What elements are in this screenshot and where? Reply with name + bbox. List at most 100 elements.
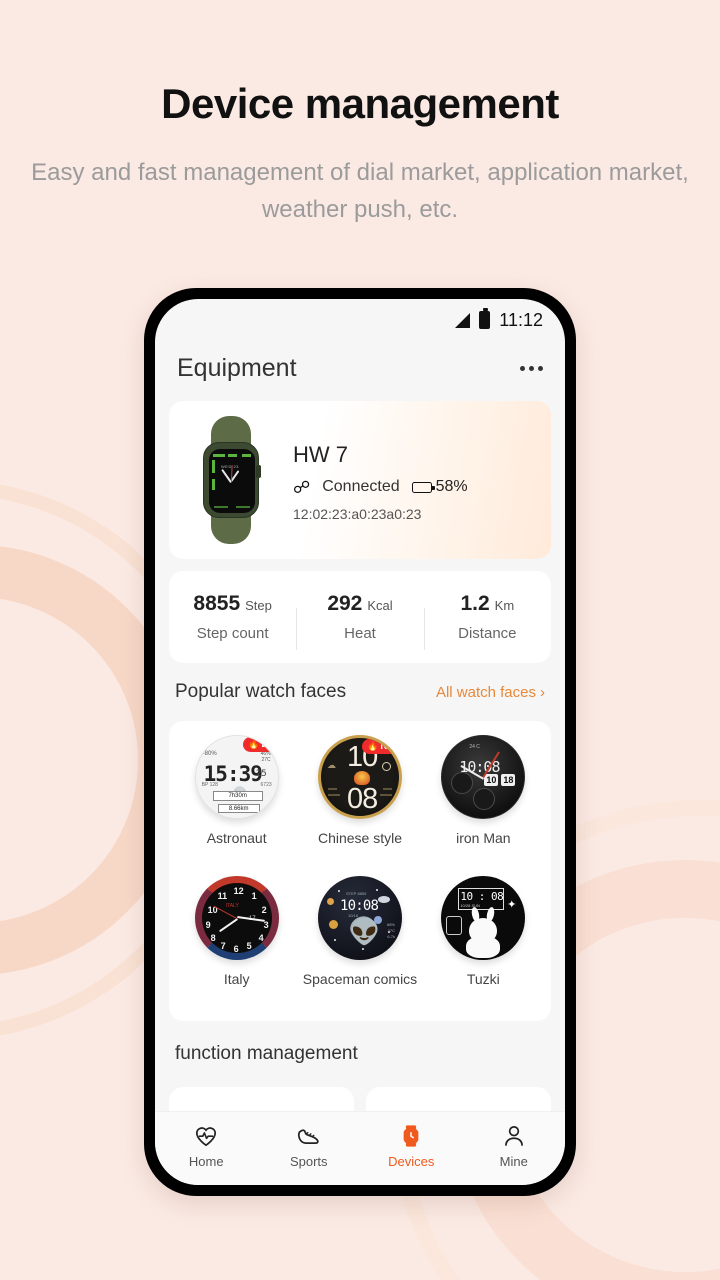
- stat-value: 292: [327, 592, 363, 615]
- tab-mine[interactable]: Mine: [463, 1123, 566, 1169]
- tab-devices[interactable]: Devices: [360, 1123, 463, 1169]
- stat-label: Step count: [196, 625, 269, 642]
- face-number: 11: [217, 891, 228, 901]
- stat-value: 1.2: [460, 592, 490, 615]
- face-number: 6: [233, 944, 239, 954]
- tab-label: Mine: [499, 1153, 528, 1169]
- astronaut-icon: 👽: [347, 916, 381, 946]
- face-stats: 88% 27C 6.7k: [386, 922, 395, 939]
- watch-face-preview-chinese-style: 🔥 New 10 08 ☁: [317, 735, 402, 819]
- face-stat-top-left: -80%: [202, 751, 217, 757]
- watch-face-name: Italy: [223, 971, 250, 987]
- face-number: 2: [261, 905, 267, 915]
- device-battery-indicator: 58%: [411, 478, 468, 496]
- function-card[interactable]: [366, 1087, 551, 1111]
- bottom-tab-bar: Home Sports Devices Mine: [155, 1111, 565, 1185]
- face-bar-duration: 7h30m: [212, 791, 263, 801]
- tab-sports[interactable]: Sports: [258, 1123, 361, 1169]
- sun-icon: [381, 762, 391, 771]
- device-name: HW 7: [293, 442, 348, 467]
- watch-face-preview-tuzki: 10 : 08 10/28 SUN ✦: [441, 876, 526, 960]
- stat-distance[interactable]: 1.2 Km Distance: [423, 592, 551, 650]
- more-options-icon[interactable]: [520, 358, 543, 379]
- stat-unit: Km: [494, 598, 515, 613]
- stat-step-count[interactable]: 8855 Step Step count: [169, 592, 296, 642]
- badge-label: Exp: [261, 739, 279, 750]
- face-subdial: [451, 772, 474, 794]
- stat-label: Heat: [344, 625, 376, 642]
- watch-face-name: Chinese style: [317, 830, 403, 846]
- stat-heat[interactable]: 292 Kcal Heat: [296, 592, 423, 650]
- page-header: Device management Easy and fast manageme…: [0, 0, 720, 228]
- function-card[interactable]: [169, 1087, 354, 1111]
- page-title-equipment: Equipment: [177, 353, 297, 382]
- stat-label: Distance: [458, 625, 517, 642]
- signal-triangle-icon: [455, 312, 471, 328]
- bunny-body-icon: [466, 936, 501, 958]
- watch-face-name: Astronaut: [206, 830, 267, 846]
- watch-face-name: iron Man: [456, 830, 511, 846]
- face-time: 10 : 08: [460, 890, 504, 903]
- fire-icon: 🔥: [248, 739, 260, 749]
- watch-face-name: Spaceman comics: [302, 971, 418, 987]
- watch-face-item[interactable]: 🔥 New 10 08 ☁ Chinese style: [300, 735, 419, 872]
- face-subdial: [473, 788, 496, 810]
- tab-label: Sports: [289, 1153, 328, 1169]
- face-number: 12: [233, 886, 244, 896]
- watch-face-item[interactable]: 12 1 2 3 4 5 6 7 8 9 10 11 ITALY 17: [177, 876, 296, 1013]
- stats-card: 8855 Step Step count 292 Kcal Heat 1.2 K: [169, 571, 551, 663]
- function-cards-row: [169, 1087, 551, 1111]
- watch-crown: [256, 465, 261, 478]
- bluetooth-icon: ☍: [293, 477, 311, 497]
- face-date: 10/28 SUN: [460, 903, 480, 908]
- planet-icon: [328, 920, 338, 929]
- face-stat-right: 6723: [260, 782, 272, 788]
- tab-home[interactable]: Home: [155, 1123, 258, 1169]
- watch-face-item[interactable]: STEP 8855 10:08 10/18 👽 88% 27C 6.7k Space…: [300, 876, 419, 1013]
- speech-bubble-icon: [446, 916, 463, 935]
- smartwatch-icon: [398, 1123, 424, 1149]
- status-bar-clock: 11:12: [499, 309, 543, 330]
- watch-face-name: Tuzki: [466, 971, 500, 987]
- planet-icon: [326, 898, 334, 905]
- device-info: HW 7 ☍ Connected 58% 12:02:23:a0:23a0:23: [293, 438, 468, 522]
- watch-face-item[interactable]: 10 : 08 10/28 SUN ✦ Tuzki: [424, 876, 543, 1013]
- status-badge: 🔥 New: [362, 739, 401, 754]
- watch-face-preview-astronaut: 🔥 Exp -80% SPO2 8846%27C 15:39 25 👽 BP 1…: [194, 735, 279, 819]
- face-number: 8: [210, 933, 216, 943]
- face-stat-left: BP 128: [201, 782, 218, 788]
- badge-label: New: [380, 741, 401, 752]
- watch-faces-section-header: Popular watch faces All watch faces ›: [169, 675, 551, 709]
- section-title: Popular watch faces: [175, 681, 347, 702]
- face-date-box: 10: [484, 774, 499, 786]
- heart-pulse-icon: [193, 1123, 219, 1149]
- face-brand: ITALY: [225, 903, 239, 909]
- status-badge: 🔥 Exp: [243, 737, 279, 752]
- battery-percent: 58%: [435, 478, 468, 495]
- watch-face-preview-spaceman-comics: STEP 8855 10:08 10/18 👽 88% 27C 6.7k: [317, 876, 402, 960]
- app-header: Equipment: [155, 341, 565, 395]
- watch-faces-grid: 🔥 Exp -80% SPO2 8846%27C 15:39 25 👽 BP 1…: [169, 721, 551, 1021]
- device-status-row: ☍ Connected 58%: [293, 478, 468, 496]
- section-title: function management: [175, 1043, 358, 1064]
- face-number: 1: [251, 891, 257, 901]
- watch-face-preview-iron-man: 24 C 10:08 10 18: [441, 735, 526, 819]
- face-number: 5: [246, 941, 252, 951]
- stat-unit: Step: [245, 598, 272, 613]
- smartwatch-image: WED 23: [183, 414, 279, 546]
- page-subtitle: Easy and fast management of dial market,…: [31, 159, 689, 224]
- face-bar-distance: 8.66km: [217, 804, 260, 813]
- sparkle-icon: ✦: [507, 899, 517, 911]
- watch-face-item[interactable]: 🔥 Exp -80% SPO2 8846%27C 15:39 25 👽 BP 1…: [177, 735, 296, 872]
- content-scroll-area[interactable]: WED 23 HW 7 ☍ Connected 58% 12:02:23:a0:…: [155, 395, 565, 1111]
- face-time-seconds: 25: [255, 769, 267, 779]
- phone-frame: 11:12 Equipment WED 23 HW 7 ☍ Connected …: [144, 288, 576, 1196]
- page-title: Device management: [161, 80, 559, 127]
- running-shoe-icon: [296, 1123, 322, 1149]
- connection-status: Connected: [322, 478, 400, 495]
- watch-face-item[interactable]: 24 C 10:08 10 18 iron Man: [424, 735, 543, 872]
- function-management-header: function management: [169, 1033, 551, 1075]
- battery-icon: [479, 308, 491, 329]
- device-card[interactable]: WED 23 HW 7 ☍ Connected 58% 12:02:23:a0:…: [169, 401, 551, 559]
- all-watch-faces-link[interactable]: All watch faces ›: [436, 684, 545, 701]
